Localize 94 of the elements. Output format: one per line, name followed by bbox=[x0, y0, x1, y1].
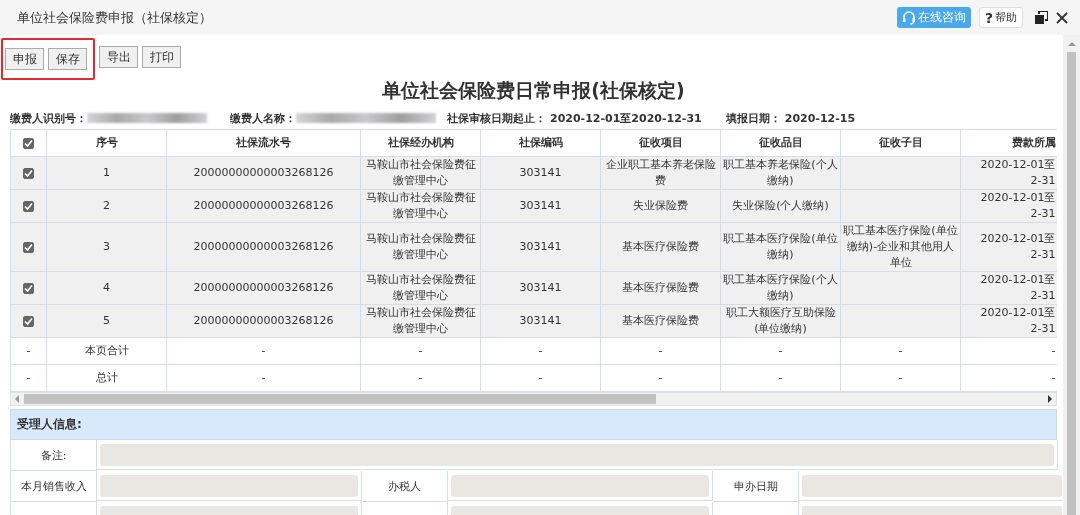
table-cell: 2020-12-01至 2-31 bbox=[980, 190, 1056, 222]
table-cell: - bbox=[26, 344, 31, 357]
table-cell: - bbox=[538, 371, 543, 384]
table-cell: - bbox=[778, 371, 783, 384]
select-all-checkbox[interactable] bbox=[23, 137, 34, 149]
headset-icon bbox=[901, 10, 916, 25]
table-cell: - bbox=[658, 344, 663, 357]
info-label: 社保审核日期起止： bbox=[447, 110, 546, 126]
column-header: 社保编码 bbox=[518, 136, 563, 149]
info-value: 2020-12-01至2020-12-31 bbox=[550, 110, 702, 126]
table-cell: 2020-12-01至 2-31 bbox=[980, 305, 1056, 337]
table-cell: - bbox=[418, 371, 423, 384]
column-header: 征收品目 bbox=[758, 136, 803, 149]
table-cell: - bbox=[261, 344, 266, 357]
toolbar-button[interactable]: 申报 bbox=[5, 48, 44, 70]
table-cell: - bbox=[538, 344, 543, 357]
toolbar-button[interactable]: 保存 bbox=[48, 48, 87, 70]
info-label: 缴费人名称： bbox=[230, 110, 296, 126]
table-cell: 职工基本医疗保险(个人缴纳) bbox=[723, 273, 838, 302]
table-cell: 303141 bbox=[519, 240, 562, 253]
table-cell: 20000000000003268126 bbox=[193, 240, 334, 253]
table-cell: 303141 bbox=[519, 199, 562, 212]
table-cell: - bbox=[26, 371, 31, 384]
table-cell: 4 bbox=[103, 281, 110, 294]
table-cell: 职工基本养老保险(个人缴纳) bbox=[723, 158, 838, 187]
table-cell: - bbox=[778, 344, 783, 357]
table-cell: 303141 bbox=[519, 166, 562, 179]
table-cell: 3 bbox=[103, 240, 110, 253]
info-label: 缴费人识别号： bbox=[10, 110, 87, 126]
table-cell: 20000000000003268126 bbox=[193, 199, 334, 212]
table-cell: 基本医疗保险费 bbox=[622, 240, 699, 253]
table-cell: 303141 bbox=[519, 281, 562, 294]
table-cell: 1 bbox=[103, 166, 110, 179]
table-cell: 失业保险(个人缴纳) bbox=[732, 199, 829, 212]
table-cell: 马鞍山市社会保险费征缴管理中心 bbox=[365, 273, 476, 302]
table-cell: - bbox=[1051, 371, 1056, 384]
close-icon[interactable] bbox=[1056, 11, 1068, 24]
scroll-right-icon[interactable] bbox=[1047, 395, 1053, 403]
table-cell: 303141 bbox=[519, 314, 562, 327]
info-value: 2020-12-15 bbox=[784, 111, 856, 125]
field-label: 本月销售收入 bbox=[20, 478, 87, 494]
table-cell: 2020-12-01至 2-31 bbox=[980, 231, 1056, 263]
column-header: 序号 bbox=[95, 136, 118, 149]
table-cell: - bbox=[1051, 344, 1056, 357]
table-cell: - bbox=[418, 344, 423, 357]
table-cell: 20000000000003268126 bbox=[193, 281, 334, 294]
form-heading: 单位社会保险费日常申报(社保核定) bbox=[381, 78, 686, 103]
restore-icon[interactable] bbox=[1035, 11, 1048, 24]
horizontal-scrollbar[interactable] bbox=[10, 392, 1057, 406]
window-title: 单位社会保险费申报（社保核定） bbox=[17, 8, 212, 27]
row-checkbox[interactable] bbox=[23, 241, 34, 253]
table-cell: 20000000000003268126 bbox=[193, 314, 334, 327]
table-cell: 职工基本医疗保险(单位缴纳)-企业和其他用人单位 bbox=[843, 224, 958, 269]
table-cell: - bbox=[261, 371, 266, 384]
field-label: 申办日期 bbox=[733, 478, 778, 494]
field-label: 办税人 bbox=[388, 478, 421, 494]
row-checkbox[interactable] bbox=[23, 200, 34, 212]
table-cell: 马鞍山市社会保险费征缴管理中心 bbox=[365, 158, 476, 187]
column-header: 社保流水号 bbox=[236, 136, 291, 149]
table-cell: - bbox=[898, 344, 903, 357]
row-checkbox[interactable] bbox=[23, 167, 34, 179]
table-cell: 5 bbox=[103, 314, 110, 327]
table-cell: 2 bbox=[103, 199, 110, 212]
scroll-left-icon[interactable] bbox=[14, 395, 20, 403]
column-header: 费款所属 bbox=[1011, 136, 1056, 149]
column-header: 征收项目 bbox=[638, 136, 683, 149]
section-title: 受理人信息: bbox=[17, 416, 82, 433]
table-cell: 基本医疗保险费 bbox=[622, 314, 699, 327]
table-cell: 2020-12-01至 2-31 bbox=[980, 157, 1056, 189]
table-cell: 失业保险费 bbox=[633, 199, 688, 212]
toolbar-button[interactable]: 导出 bbox=[99, 46, 138, 68]
table-cell: 马鞍山市社会保险费征缴管理中心 bbox=[365, 191, 476, 220]
info-label: 填报日期： bbox=[725, 110, 781, 126]
field-label: 备注: bbox=[40, 447, 67, 463]
scroll-up-icon[interactable] bbox=[1067, 41, 1076, 47]
row-checkbox[interactable] bbox=[23, 282, 34, 294]
table-cell: 企业职工基本养老保险费 bbox=[605, 158, 716, 187]
table-cell: 马鞍山市社会保险费征缴管理中心 bbox=[365, 232, 476, 261]
row-checkbox[interactable] bbox=[23, 315, 34, 327]
table-cell: - bbox=[898, 371, 903, 384]
table-cell: 职工大额医疗互助保险(单位缴纳) bbox=[725, 306, 836, 335]
table-cell: 基本医疗保险费 bbox=[622, 281, 699, 294]
table-cell: 职工基本医疗保险(单位缴纳) bbox=[723, 232, 838, 261]
table-cell: - bbox=[658, 371, 663, 384]
toolbar-button[interactable]: 打印 bbox=[142, 46, 181, 68]
table-cell: 20000000000003268126 bbox=[193, 166, 334, 179]
help-button[interactable]: ?帮助 bbox=[978, 7, 1023, 28]
column-header: 社保经办机构 bbox=[387, 136, 454, 149]
table-cell: 马鞍山市社会保险费征缴管理中心 bbox=[365, 306, 476, 335]
table-cell: 2020-12-01至 2-31 bbox=[980, 272, 1056, 304]
column-header: 征收子目 bbox=[878, 136, 923, 149]
table-cell: 总计 bbox=[95, 371, 118, 384]
table-cell: 本页合计 bbox=[84, 344, 129, 357]
vertical-scrollbar[interactable] bbox=[1063, 35, 1080, 515]
